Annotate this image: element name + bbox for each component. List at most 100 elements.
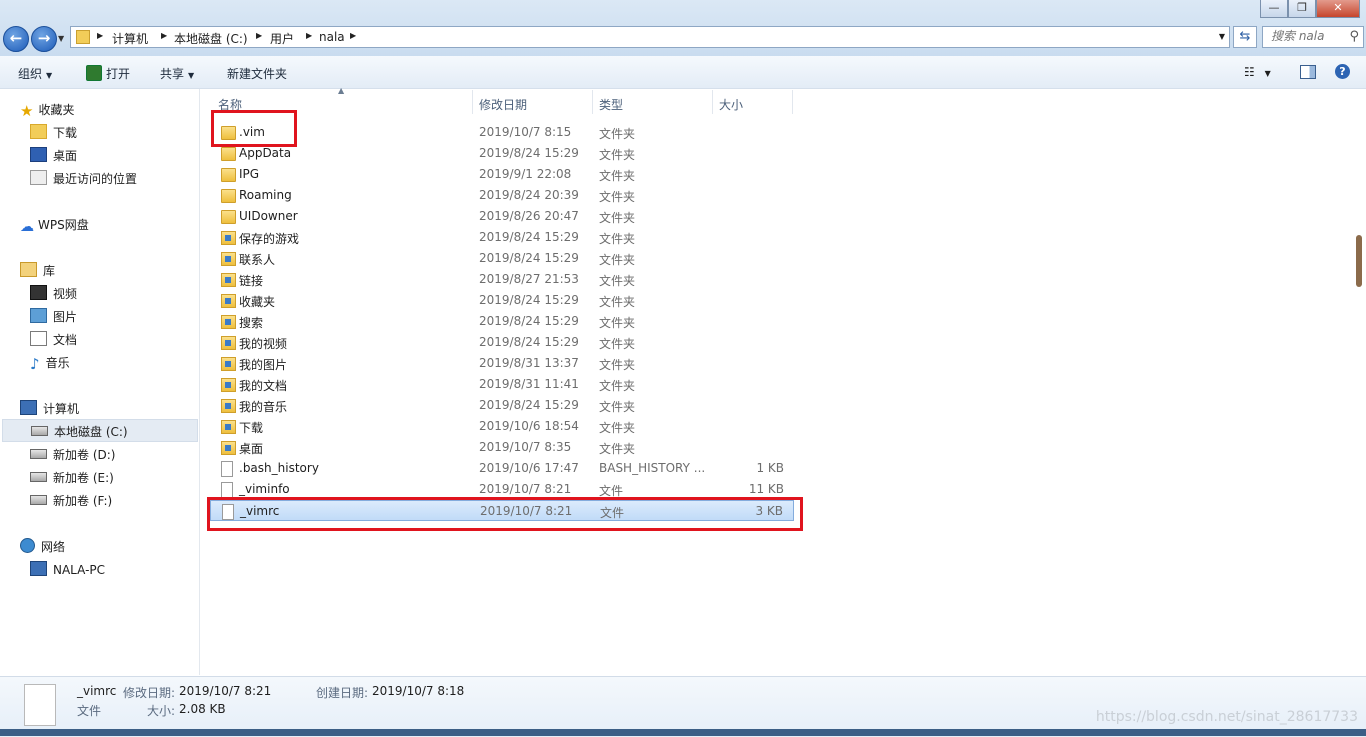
details-modified-label: 修改日期: — [123, 686, 176, 700]
file-row[interactable]: 联系人 2019/8/24 15:29 文件夹 — [210, 248, 794, 269]
recent-pages-dropdown-icon[interactable]: ▼ — [58, 34, 64, 43]
file-row[interactable]: 保存的游戏 2019/8/24 15:29 文件夹 — [210, 227, 794, 248]
column-header-type[interactable]: 类型 — [599, 96, 623, 113]
open-button[interactable]: 打开 — [86, 65, 130, 82]
search-icon[interactable]: ⚲ — [1349, 29, 1359, 44]
search-input[interactable] — [1263, 27, 1351, 45]
column-divider[interactable] — [592, 90, 593, 114]
file-row[interactable]: .bash_history 2019/10/6 17:47 BASH_HISTORY… — [210, 458, 794, 479]
minimize-icon[interactable]: — — [1260, 0, 1288, 18]
organize-button[interactable]: 组织 ▼ — [18, 65, 52, 82]
file-row[interactable]: 我的文档 2019/8/31 11:41 文件夹 — [210, 374, 794, 395]
file-modified-date: 2019/10/6 17:47 — [479, 461, 579, 475]
column-divider[interactable] — [792, 90, 793, 114]
nav-computer[interactable]: 计算机 — [20, 400, 79, 417]
sort-ascending-icon: ▲ — [338, 86, 345, 95]
file-row[interactable]: 我的图片 2019/8/31 13:37 文件夹 — [210, 353, 794, 374]
file-modified-date: 2019/8/31 11:41 — [479, 377, 579, 391]
nav-item-label: 新加卷 (F:) — [53, 494, 113, 508]
nav-item-drive-c[interactable]: 本地磁盘 (C:) — [2, 419, 198, 442]
preview-pane-icon[interactable] — [1300, 65, 1316, 79]
file-modified-date: 2019/8/24 15:29 — [479, 335, 579, 349]
address-dropdown-icon[interactable]: ▼ — [1219, 32, 1225, 41]
folder-icon — [221, 420, 236, 434]
file-name: .bash_history — [239, 461, 319, 475]
file-row[interactable]: 收藏夹 2019/8/24 15:29 文件夹 — [210, 290, 794, 311]
file-row[interactable]: 下载 2019/10/6 18:54 文件夹 — [210, 416, 794, 437]
file-type: 文件夹 — [599, 316, 636, 330]
back-icon[interactable]: ← — [3, 26, 29, 52]
file-name: AppData — [239, 146, 292, 160]
nav-item-nala-pc[interactable]: NALA-PC — [30, 561, 105, 577]
file-row[interactable]: Roaming 2019/8/24 20:39 文件夹 — [210, 185, 794, 206]
chevron-right-icon: ▶ — [161, 31, 168, 40]
scrollbar-thumb[interactable] — [1356, 235, 1362, 287]
column-header-modified[interactable]: 修改日期 — [479, 96, 527, 113]
file-row[interactable]: 我的视频 2019/8/24 15:29 文件夹 — [210, 332, 794, 353]
cloud-icon: ☁ — [20, 219, 34, 235]
file-modified-date: 2019/8/26 20:47 — [479, 209, 579, 223]
change-view-icon[interactable]: ☷ ▼ — [1244, 65, 1271, 79]
watermark-text: https://blog.csdn.net/sinat_28617733 — [1095, 709, 1358, 725]
file-name: 下载 — [239, 421, 264, 435]
nav-wps-label: WPS网盘 — [38, 218, 89, 232]
title-bar: — ❐ ✕ ← → ▼ ▶ 计算机 ▶ 本地磁盘 (C:) ▶ 用户 ▶ nala … — [0, 0, 1366, 56]
nav-item-drive-f[interactable]: 新加卷 (F:) — [30, 492, 112, 509]
nav-item-music[interactable]: ♪ 音乐 — [30, 354, 70, 373]
downloads-folder-icon — [30, 124, 47, 139]
close-icon[interactable]: ✕ — [1316, 0, 1360, 18]
breadcrumb-drive-c[interactable]: 本地磁盘 (C:) — [174, 30, 248, 47]
nav-item-label: 新加卷 (D:) — [53, 448, 116, 462]
file-row[interactable]: 我的音乐 2019/8/24 15:29 文件夹 — [210, 395, 794, 416]
nav-item-label: 桌面 — [53, 149, 78, 163]
folder-icon — [221, 189, 236, 203]
column-divider[interactable] — [472, 90, 473, 114]
nav-item-label: 图片 — [53, 310, 78, 324]
nav-item-drive-d[interactable]: 新加卷 (D:) — [30, 446, 115, 463]
file-modified-date: 2019/8/31 13:37 — [479, 356, 579, 370]
file-row[interactable]: AppData 2019/8/24 15:29 文件夹 — [210, 143, 794, 164]
file-row[interactable]: UIDowner 2019/8/26 20:47 文件夹 — [210, 206, 794, 227]
nav-libraries-label: 库 — [43, 264, 56, 278]
folder-icon — [221, 147, 236, 161]
breadcrumb-computer[interactable]: 计算机 — [112, 30, 148, 47]
file-row[interactable]: IPG 2019/9/1 22:08 文件夹 — [210, 164, 794, 185]
nav-item-desktop[interactable]: 桌面 — [30, 147, 77, 164]
new-folder-button[interactable]: 新建文件夹 — [227, 65, 287, 82]
file-name: 链接 — [239, 274, 264, 288]
column-header-size[interactable]: 大小 — [719, 96, 743, 113]
file-row[interactable]: .vim 2019/10/7 8:15 文件夹 — [210, 122, 794, 143]
nav-item-recent-places[interactable]: 最近访问的位置 — [30, 170, 137, 187]
nav-libraries[interactable]: 库 — [20, 262, 55, 279]
address-bar[interactable]: ▶ 计算机 ▶ 本地磁盘 (C:) ▶ 用户 ▶ nala ▶ ▼ — [70, 26, 1230, 48]
nav-item-videos[interactable]: 视频 — [30, 285, 77, 302]
computer-icon — [30, 561, 47, 576]
file-row[interactable]: 搜索 2019/8/24 15:29 文件夹 — [210, 311, 794, 332]
nav-favorites[interactable]: ★ 收藏夹 — [20, 101, 75, 120]
forward-icon[interactable]: → — [31, 26, 57, 52]
help-icon[interactable]: ? — [1335, 64, 1350, 79]
file-name: 收藏夹 — [239, 295, 276, 309]
breadcrumb-users[interactable]: 用户 — [270, 30, 294, 47]
column-divider[interactable] — [712, 90, 713, 114]
video-icon — [30, 285, 47, 300]
file-row[interactable]: 桌面 2019/10/7 8:35 文件夹 — [210, 437, 794, 458]
refresh-icon[interactable]: ⇆ — [1233, 26, 1257, 48]
nav-item-drive-e[interactable]: 新加卷 (E:) — [30, 469, 114, 486]
maximize-icon[interactable]: ❐ — [1288, 0, 1316, 18]
highlight-box-vimrc-file — [207, 497, 803, 531]
file-size: 1 KB — [756, 461, 784, 475]
nav-item-documents[interactable]: 文档 — [30, 331, 77, 348]
breadcrumb-nala[interactable]: nala — [319, 30, 345, 44]
nav-favorites-label: 收藏夹 — [38, 103, 75, 117]
nav-wps-cloud[interactable]: ☁ WPS网盘 — [20, 216, 89, 235]
nav-network[interactable]: 网络 — [20, 538, 65, 555]
file-name: 桌面 — [239, 442, 264, 456]
share-button[interactable]: 共享 ▼ — [160, 65, 194, 82]
file-type: 文件夹 — [599, 211, 636, 225]
file-name: 联系人 — [239, 253, 276, 267]
file-row[interactable]: 链接 2019/8/27 21:53 文件夹 — [210, 269, 794, 290]
nav-item-pictures[interactable]: 图片 — [30, 308, 77, 325]
nav-item-downloads[interactable]: 下载 — [30, 124, 77, 141]
nav-item-label: 最近访问的位置 — [53, 172, 138, 186]
